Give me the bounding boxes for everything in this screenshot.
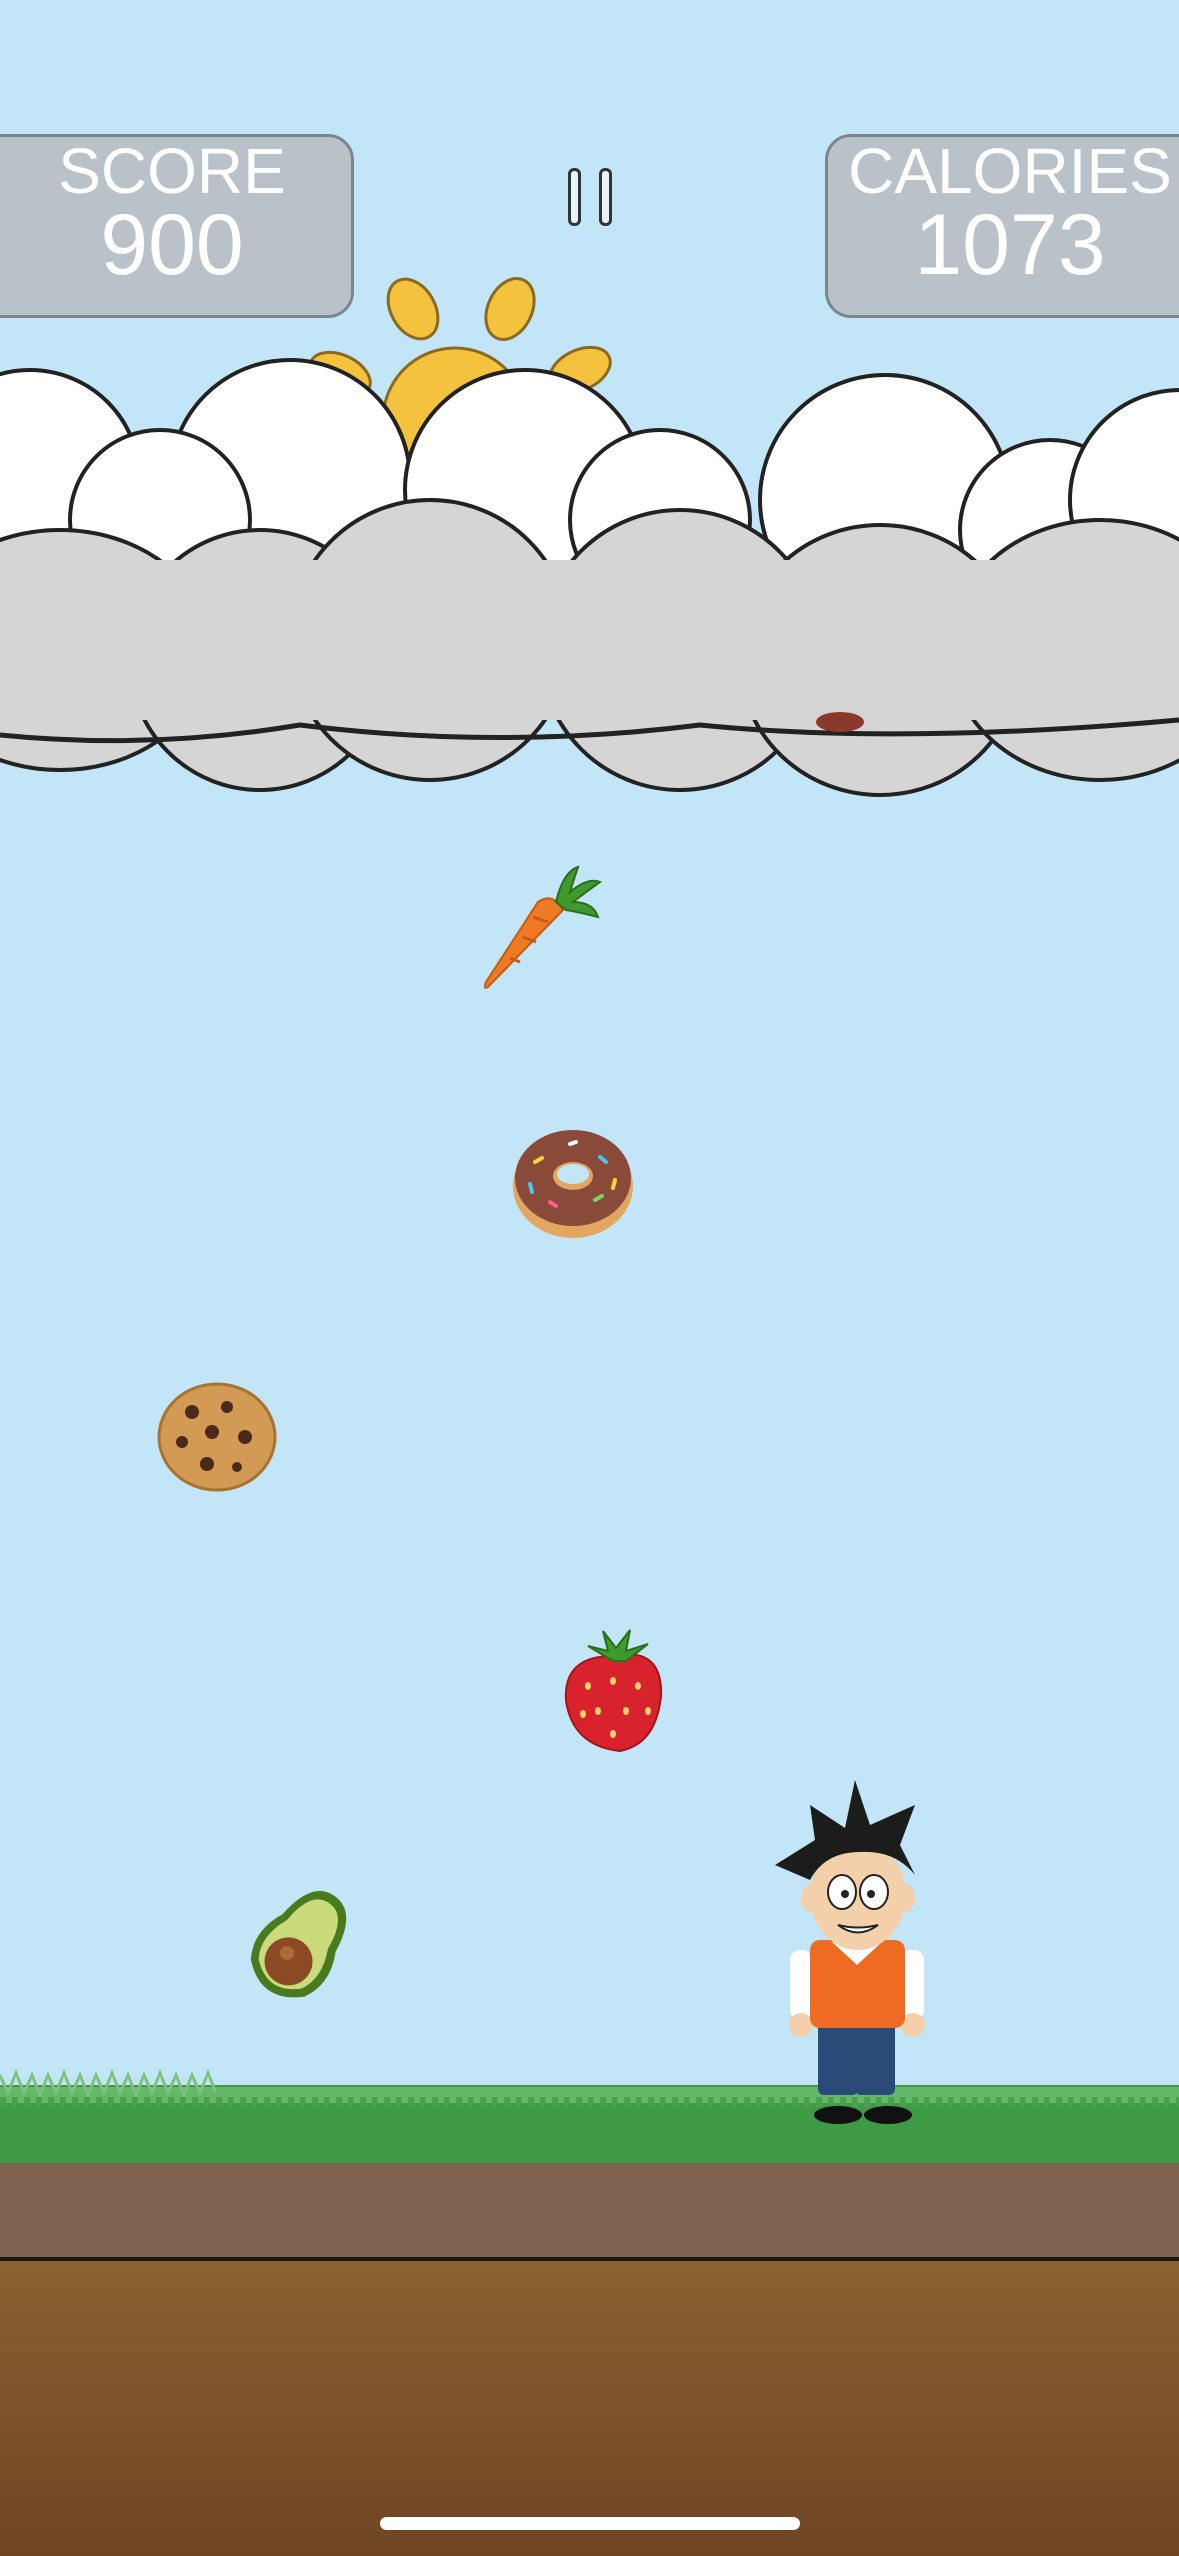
score-value: 900 xyxy=(100,197,244,293)
carrot-icon xyxy=(483,865,603,989)
cookie-icon xyxy=(157,1382,277,1492)
donut-icon xyxy=(513,1130,633,1238)
calories-panel: CALORIES 1073 xyxy=(825,134,1179,318)
score-panel: SCORE 900 xyxy=(0,134,354,318)
score-label: SCORE xyxy=(58,135,286,207)
player-character[interactable] xyxy=(770,1780,945,2125)
grass xyxy=(0,2068,1179,2163)
avocado-icon xyxy=(250,1891,347,1998)
calories-label: CALORIES xyxy=(848,135,1172,207)
home-indicator[interactable] xyxy=(380,2517,800,2530)
pause-icon xyxy=(568,168,581,226)
game-scene xyxy=(0,277,1179,2556)
calories-value: 1073 xyxy=(914,197,1106,293)
ground xyxy=(0,2163,1179,2556)
pause-button[interactable] xyxy=(568,168,612,228)
strawberry-icon xyxy=(564,1629,663,1753)
